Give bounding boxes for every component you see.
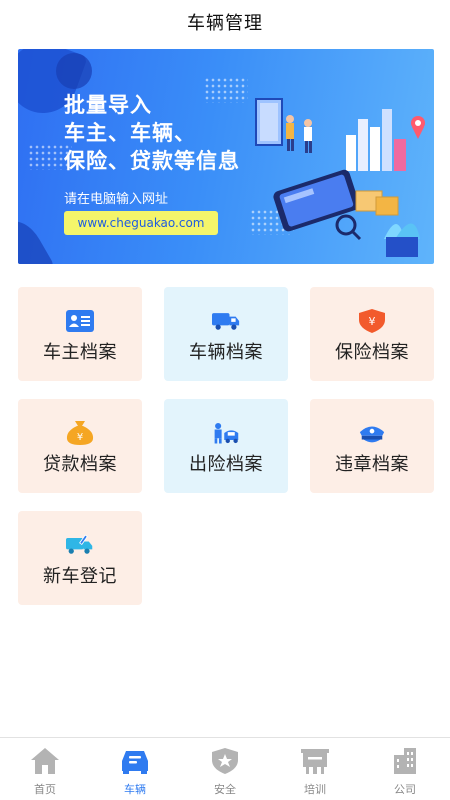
tab-safety[interactable]: 安全 <box>180 738 270 800</box>
tab-training[interactable]: 培训 <box>270 738 360 800</box>
page-title: 车辆管理 <box>187 13 263 34</box>
tab-label: 公司 <box>394 783 416 796</box>
tab-company[interactable]: 公司 <box>360 738 450 800</box>
tile-vehicle-records[interactable]: 车辆档案 <box>164 287 288 381</box>
tile-violation-records[interactable]: 违章档案 <box>310 399 434 493</box>
tile-label: 贷款档案 <box>43 454 117 475</box>
banner-headline: 批量导入 车主、车辆、 保险、贷款等信息 <box>64 91 240 175</box>
building-icon <box>390 746 420 776</box>
tab-label: 培训 <box>304 783 326 796</box>
banner-url[interactable]: www.cheguakao.com <box>64 211 218 235</box>
training-board-icon <box>300 746 330 776</box>
car-icon <box>120 746 150 776</box>
shield-yuan-icon: ¥ <box>358 309 386 333</box>
tile-insurance-records[interactable]: ¥ 保险档案 <box>310 287 434 381</box>
id-card-icon <box>66 309 94 333</box>
decorative-leaf <box>56 53 92 89</box>
tile-new-vehicle-registration[interactable]: 新车登记 <box>18 511 142 605</box>
tab-home[interactable]: 首页 <box>0 738 90 800</box>
tile-label: 保险档案 <box>335 342 409 363</box>
home-icon <box>30 746 60 776</box>
data-import-illustration <box>255 98 425 257</box>
svg-text:¥: ¥ <box>369 315 376 328</box>
tile-accident-records[interactable]: 出险档案 <box>164 399 288 493</box>
bottom-tab-bar: 首页 车辆 安全 培训 公司 <box>0 737 450 800</box>
headline-line: 保险、贷款等信息 <box>64 149 240 173</box>
tab-label: 首页 <box>34 783 56 796</box>
shield-star-icon <box>210 746 240 776</box>
headline-line: 批量导入 <box>64 93 152 117</box>
money-bag-icon: ¥ <box>66 421 94 445</box>
tab-label: 车辆 <box>124 783 146 796</box>
banner-hint: 请在电脑输入网址 <box>64 192 169 207</box>
tile-owner-records[interactable]: 车主档案 <box>18 287 142 381</box>
svg-text:¥: ¥ <box>77 432 83 443</box>
new-truck-icon <box>66 533 94 557</box>
truck-icon <box>212 309 240 333</box>
promo-banner[interactable]: 批量导入 车主、车辆、 保险、贷款等信息 请在电脑输入网址 www.chegua… <box>18 49 434 264</box>
police-cap-icon <box>358 421 386 445</box>
tile-label: 车辆档案 <box>189 342 263 363</box>
tile-label: 违章档案 <box>335 454 409 475</box>
tile-label: 新车登记 <box>43 566 117 587</box>
tile-label: 车主档案 <box>43 342 117 363</box>
tab-vehicles[interactable]: 车辆 <box>90 738 180 800</box>
tab-label: 安全 <box>214 783 236 796</box>
tile-label: 出险档案 <box>189 454 263 475</box>
decorative-leaf <box>18 213 55 264</box>
tile-loan-records[interactable]: ¥ 贷款档案 <box>18 399 142 493</box>
headline-line: 车主、车辆、 <box>64 121 196 145</box>
accident-icon <box>212 421 240 445</box>
title-bar: 车辆管理 <box>0 0 450 44</box>
